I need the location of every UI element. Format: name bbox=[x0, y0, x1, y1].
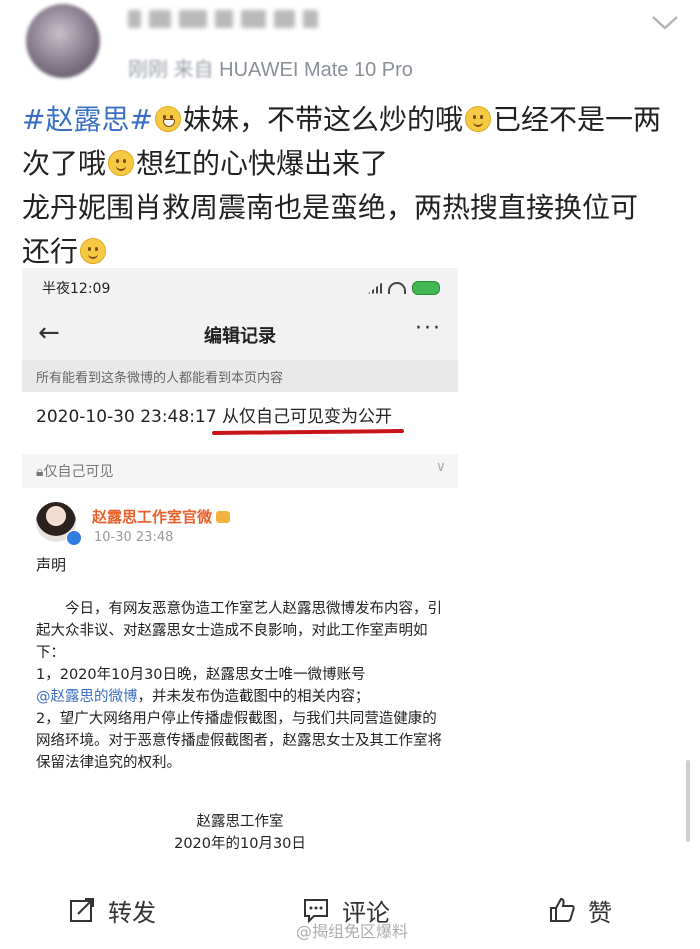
post-line1a: 妹妹，不带这么炒的哦 bbox=[182, 103, 463, 136]
post-line2a: 次了哦 bbox=[22, 147, 107, 180]
avatar[interactable] bbox=[26, 4, 100, 78]
studio-post-time: 10-30 23:48 bbox=[94, 530, 174, 545]
post-line1b: 已经不是一两 bbox=[492, 103, 661, 136]
record-text: 2020-10-30 23:48:17 从仅自己可见变为公开 bbox=[36, 407, 392, 427]
status-bar: 半夜12:09 bbox=[22, 268, 458, 308]
scrollbar[interactable] bbox=[686, 760, 690, 842]
verified-badge-icon bbox=[66, 530, 82, 546]
topic-link[interactable]: #赵露思# bbox=[22, 103, 153, 136]
repost-icon bbox=[70, 898, 94, 922]
username-blurred[interactable] bbox=[128, 8, 318, 30]
visibility-notice: 所有能看到这条微博的人都能看到本页内容 bbox=[22, 360, 458, 392]
post-meta: 刚刚 来自 HUAWEI Mate 10 Pro bbox=[128, 53, 413, 82]
smile-emoji-icon bbox=[108, 150, 135, 176]
chevron-down-icon[interactable] bbox=[650, 12, 680, 32]
studio-name: 赵露思工作室官微 bbox=[92, 506, 231, 527]
grin-emoji-icon bbox=[154, 106, 181, 132]
mention-link: @赵露思的微博 bbox=[36, 689, 138, 705]
statement-item1: 1，2020年10月30日晚，赵露思女士唯一微博账号 bbox=[36, 667, 366, 683]
statement-para1: 今日，有网友恶意伪造工作室艺人赵露思微博发布内容，引起大众非议、对赵露思女士造成… bbox=[36, 601, 442, 661]
thumbs-up-icon bbox=[550, 897, 575, 922]
like-label: 赞 bbox=[588, 898, 612, 927]
nav-bar: ← 编辑记录 ··· bbox=[22, 308, 458, 360]
smile-emoji-icon bbox=[80, 238, 107, 264]
status-time: 半夜12:09 bbox=[42, 281, 111, 297]
repost-button[interactable]: 转发 bbox=[68, 890, 156, 930]
smile-emoji-icon bbox=[464, 106, 491, 132]
post-line4: 还行 bbox=[22, 235, 79, 268]
statement-heading: 声明 bbox=[36, 556, 67, 574]
post-line3: 龙丹妮围肖救周震南也是蛮绝，两热搜直接换位可 bbox=[22, 191, 639, 224]
more-icon: ··· bbox=[415, 316, 442, 341]
statement-item2: 2，望广大网络用户停止传播虚假截图，与我们共同营造健康的网络环境。对于恶意传播虚… bbox=[36, 711, 442, 771]
attached-screenshot[interactable]: 半夜12:09 ← 编辑记录 ··· 所有能看到这条微博的人都能看到本页内容 2… bbox=[22, 268, 458, 868]
post-text: #赵露思# 妹妹，不带这么炒的哦 已经不是一两 次了哦 想红的心快爆出来了 龙丹妮围肖… bbox=[22, 98, 682, 274]
notice-text: 所有能看到这条微博的人都能看到本页内容 bbox=[36, 371, 284, 386]
visibility-label: 🔒︎仅自己可见 bbox=[36, 464, 114, 480]
nav-title: 编辑记录 bbox=[204, 326, 276, 347]
chevron-down-icon: ∨ bbox=[435, 459, 446, 475]
wifi-icon bbox=[388, 282, 406, 294]
watermark: @揭组免区爆料 bbox=[296, 922, 409, 941]
visibility-row: 🔒︎仅自己可见 ∨ bbox=[22, 454, 458, 488]
like-button[interactable]: 赞 bbox=[548, 890, 612, 930]
statement-signature: 赵露思工作室 bbox=[196, 814, 284, 830]
device-name: HUAWEI Mate 10 Pro bbox=[219, 59, 413, 81]
edit-record: 2020-10-30 23:48:17 从仅自己可见变为公开 bbox=[22, 392, 458, 448]
post-line2b: 想红的心快爆出来了 bbox=[136, 147, 389, 180]
signal-icon bbox=[368, 282, 382, 294]
statement-date: 2020年的10月30日 bbox=[174, 836, 306, 852]
statement-item1-end: ，并未发布伪造截图中的相关内容； bbox=[137, 689, 370, 705]
repost-label: 转发 bbox=[108, 898, 156, 927]
statement-body: 今日，有网友恶意伪造工作室艺人赵露思微博发布内容，引起大众非议、对赵露思女士造成… bbox=[36, 598, 450, 774]
battery-icon bbox=[412, 281, 440, 295]
vip-badge-icon bbox=[216, 511, 231, 523]
post-time: 刚刚 bbox=[128, 59, 168, 81]
statement-card: 赵露思工作室官微 10-30 23:48 声明 今日，有网友恶意伪造工作室艺人赵… bbox=[22, 488, 458, 868]
source-prefix: 来自 bbox=[173, 59, 214, 81]
